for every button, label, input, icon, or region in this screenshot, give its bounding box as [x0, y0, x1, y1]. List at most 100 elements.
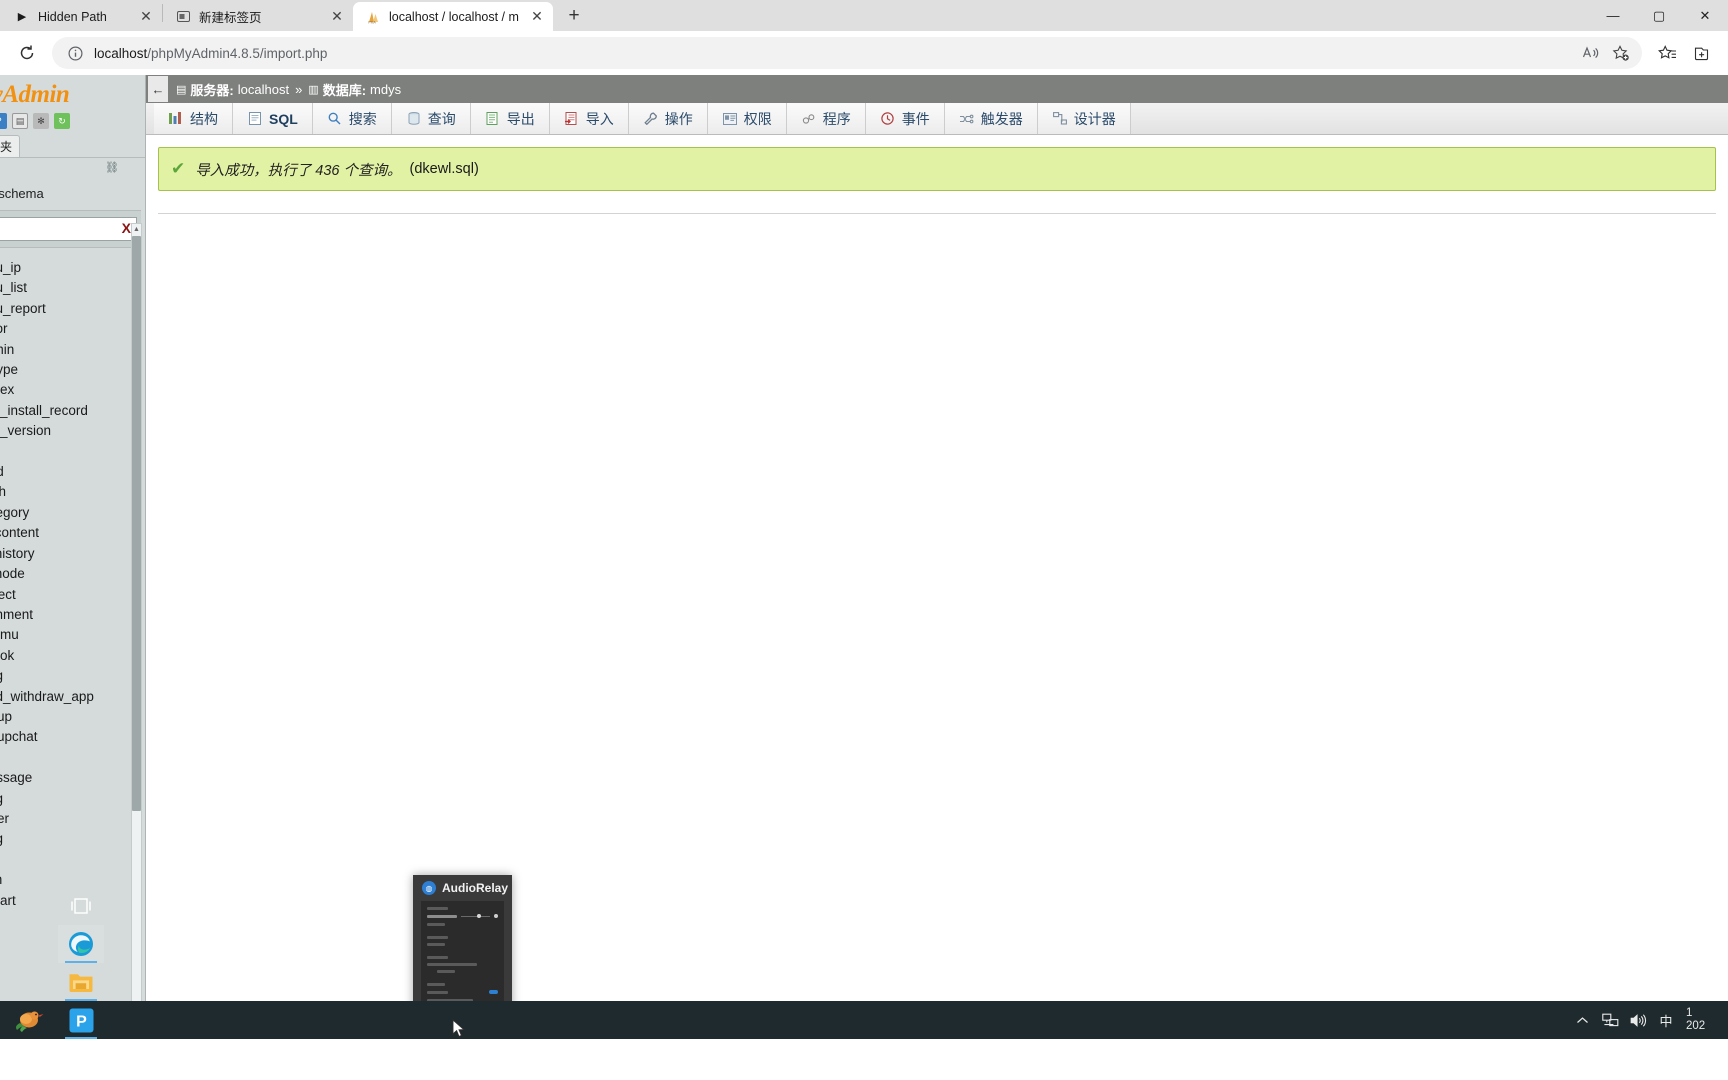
browser-tab-phpmyadmin[interactable]: PMA localhost / localhost / mdys | php ✕: [353, 2, 553, 31]
taskbar-file-explorer-button[interactable]: [58, 963, 104, 1001]
collections-icon[interactable]: [1684, 36, 1718, 70]
phpmyadmin-tab-label: 操作: [664, 110, 693, 127]
events-icon: [880, 111, 896, 127]
table-list-item[interactable]: _groupchat: [0, 727, 145, 747]
table-list-item[interactable]: _glog: [0, 666, 145, 686]
address-bar[interactable]: localhost/phpMyAdmin4.8.5/import.php: [52, 37, 1642, 69]
phpmyadmin-tab-label: 事件: [901, 110, 930, 127]
table-list-item[interactable]: maku_report: [0, 299, 145, 319]
ime-indicator[interactable]: 中: [1652, 1001, 1680, 1039]
table-list-item[interactable]: _link: [0, 748, 145, 768]
table-list-item[interactable]: _plog: [0, 829, 145, 849]
sql-query-icon[interactable]: ?: [0, 113, 7, 129]
table-list-item[interactable]: _cj_content: [0, 523, 145, 543]
table-list-item[interactable]: _comment: [0, 605, 145, 625]
table-list-item[interactable]: _cj_node: [0, 564, 145, 584]
phpmyadmin-tab-查询[interactable]: 查询: [391, 103, 471, 134]
table-list-item[interactable]: _annex: [0, 380, 145, 400]
breadcrumb-server-value[interactable]: localhost: [238, 82, 289, 97]
table-list-item[interactable]: _cash: [0, 482, 145, 502]
sidebar-scrollbar-thumb[interactable]: [132, 236, 141, 811]
read-aloud-icon[interactable]: [1576, 39, 1606, 67]
docs-icon[interactable]: ▤: [12, 113, 28, 129]
table-list-item[interactable]: _admin: [0, 340, 145, 360]
sidebar-link-row: ⛓: [0, 157, 145, 179]
breadcrumb-back-button[interactable]: ←: [148, 76, 168, 102]
phpmyadmin-tab-导出[interactable]: 导出: [470, 103, 550, 134]
reload-icon[interactable]: [10, 36, 44, 70]
tab-close-button[interactable]: ✕: [525, 5, 549, 29]
phpmyadmin-logo[interactable]: MyAdmin: [0, 75, 145, 111]
window-minimize-button[interactable]: —: [1590, 0, 1636, 31]
start-bird-icon[interactable]: [0, 1001, 58, 1039]
database-item[interactable]: tion_schema: [0, 183, 145, 204]
volume-icon[interactable]: [1624, 1001, 1652, 1039]
breadcrumb-database-value[interactable]: mdys: [370, 82, 401, 97]
import-success-text: 导入成功，执行了 436 个查询。: [195, 162, 402, 179]
phpmyadmin-tab-事件[interactable]: 事件: [865, 103, 945, 134]
taskbar-task-view-button[interactable]: [58, 887, 104, 925]
sidebar-scrollbar[interactable]: ▲ ▼: [131, 223, 142, 1015]
phpmyadmin-tab-触发器[interactable]: 触发器: [944, 103, 1038, 134]
table-list-item[interactable]: _adtype: [0, 360, 145, 380]
table-list-item[interactable]: _gold_withdraw_app: [0, 687, 145, 707]
phpmyadmin-tab-程序[interactable]: 程序: [786, 103, 866, 134]
designer-icon: [1052, 111, 1068, 127]
table-list-item[interactable]: _order: [0, 809, 145, 829]
add-favorite-icon[interactable]: [1606, 39, 1636, 67]
table-list-item[interactable]: _message: [0, 768, 145, 788]
tab-close-button[interactable]: ✕: [325, 5, 349, 29]
table-list-item[interactable]: _art: [0, 442, 145, 462]
table-list-item[interactable]: _app_install_record: [0, 401, 145, 421]
new-tab-button[interactable]: +: [559, 2, 589, 30]
table-list-item[interactable]: maku_list: [0, 278, 145, 298]
tab-close-button[interactable]: ✕: [134, 5, 158, 29]
browser-tab-new-tab[interactable]: 新建标签页 ✕: [163, 2, 353, 31]
phpmyadmin-tab-设计器[interactable]: 设计器: [1037, 103, 1131, 134]
tray-chevron-up-icon[interactable]: [1568, 1001, 1596, 1039]
task-view-icon: [68, 893, 94, 919]
url-host: localhost: [94, 45, 148, 61]
tray-clock-time: 1: [1686, 1007, 1693, 1019]
taskbar-potplayer-button[interactable]: P: [58, 1001, 104, 1039]
taskbar-edge-button[interactable]: [58, 925, 104, 963]
table-list-item[interactable]: _category: [0, 503, 145, 523]
query-icon: [406, 111, 422, 127]
phpmyadmin-tab-权限[interactable]: 权限: [707, 103, 787, 134]
table-list-item[interactable]: _card: [0, 462, 145, 482]
site-info-icon[interactable]: [64, 42, 86, 64]
table-list-item[interactable]: _collect: [0, 585, 145, 605]
settings-icon[interactable]: ✻: [33, 113, 49, 129]
network-icon[interactable]: [1596, 1001, 1624, 1039]
table-filter-box[interactable]: X: [0, 217, 137, 241]
phpmyadmin-tab-SQL[interactable]: SQL: [233, 103, 313, 134]
potplayer-icon: P: [68, 1007, 94, 1033]
table-filter-input[interactable]: [0, 222, 132, 236]
clear-filter-button[interactable]: X: [122, 220, 131, 236]
content-divider: [158, 213, 1716, 214]
phpmyadmin-tab-导入[interactable]: 导入: [549, 103, 629, 134]
play-icon: ▶: [17, 11, 27, 23]
refresh-icon[interactable]: ↻: [54, 113, 70, 129]
table-list-item[interactable]: _actor: [0, 319, 145, 339]
table-list-item[interactable]: _role: [0, 850, 145, 870]
audiorelay-preview-title: AudioRelay: [442, 881, 509, 895]
browser-tab-hidden-path[interactable]: ▶ Hidden Path ✕: [2, 2, 162, 31]
favorites-icon[interactable]: [1650, 36, 1684, 70]
table-list-item[interactable]: _group: [0, 707, 145, 727]
tray-clock[interactable]: 1 202: [1680, 1007, 1728, 1033]
window-close-button[interactable]: ✕: [1682, 0, 1728, 31]
chain-link-icon[interactable]: ⛓: [105, 161, 119, 174]
phpmyadmin-tab-操作[interactable]: 操作: [628, 103, 708, 134]
table-list-item[interactable]: maku_ip: [0, 258, 145, 278]
scroll-up-arrow[interactable]: ▲: [132, 224, 141, 235]
phpmyadmin-tab-搜索[interactable]: 搜索: [312, 103, 392, 134]
table-list-item[interactable]: _danmu: [0, 625, 145, 645]
table-list-item[interactable]: _gbook: [0, 646, 145, 666]
sidebar-tab-favorites[interactable]: 收藏夹: [0, 135, 21, 157]
phpmyadmin-tab-结构[interactable]: 结构: [154, 103, 233, 134]
table-list-item[interactable]: _cj_history: [0, 544, 145, 564]
table-list-item[interactable]: _msg: [0, 789, 145, 809]
window-maximize-button[interactable]: ▢: [1636, 0, 1682, 31]
table-list-item[interactable]: _app_version: [0, 421, 145, 441]
